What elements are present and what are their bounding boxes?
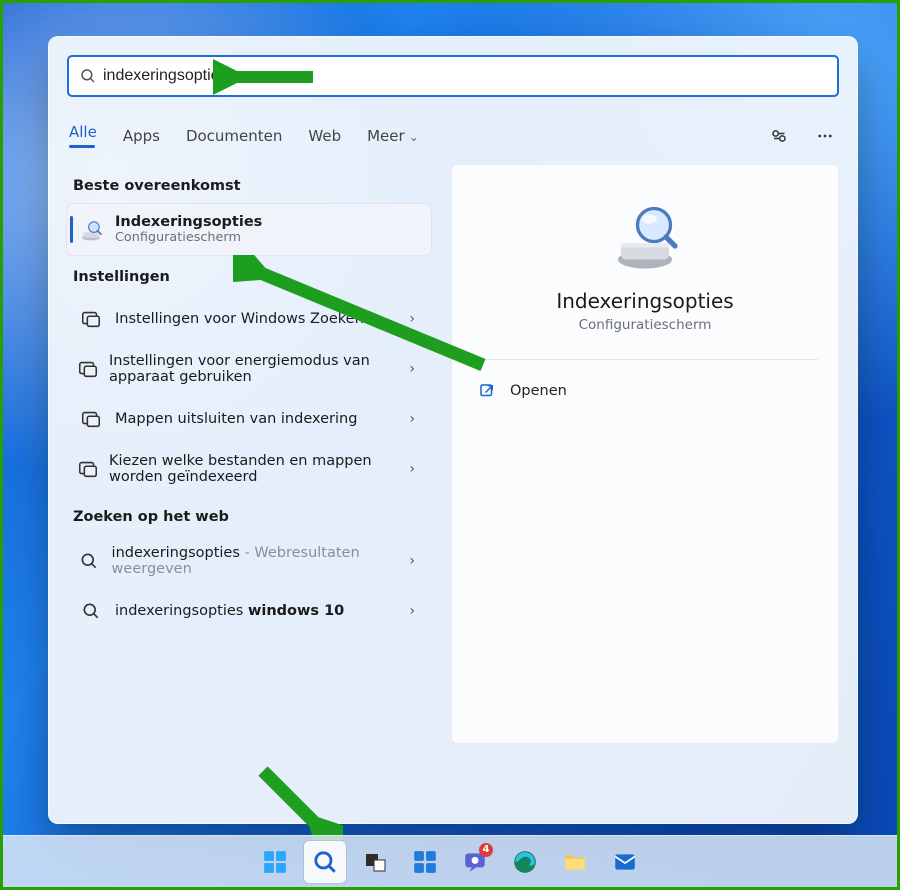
chevron-right-icon[interactable]: ›: [403, 603, 421, 619]
tab-apps[interactable]: Apps: [123, 121, 160, 151]
search-filter-tabs: Alle Apps Documenten Web Meer⌄: [69, 117, 839, 154]
file-explorer-button[interactable]: [554, 841, 596, 883]
result-web-1[interactable]: indexeringsopties windows 10 ›: [67, 587, 431, 635]
settings-icon: [77, 355, 99, 383]
result-title: Mappen uitsluiten van indexering: [115, 411, 357, 427]
result-title: Instellingen voor energiemodus van appar…: [109, 353, 403, 385]
search-icon: [79, 67, 97, 85]
result-settings-1[interactable]: Instellingen voor energiemodus van appar…: [67, 343, 431, 395]
search-box[interactable]: [67, 55, 839, 97]
chevron-right-icon[interactable]: ›: [403, 311, 421, 327]
search-icon: [77, 597, 105, 625]
start-button[interactable]: [254, 841, 296, 883]
indexing-options-icon: [77, 216, 105, 244]
result-title: Instellingen voor Windows Zoeken: [115, 311, 364, 327]
result-web-0[interactable]: indexeringsopties - Webresultaten weerge…: [67, 535, 431, 587]
tab-documents[interactable]: Documenten: [186, 121, 282, 151]
action-open[interactable]: Openen: [472, 372, 818, 410]
mail-button[interactable]: [604, 841, 646, 883]
divider: [472, 359, 818, 360]
result-title: indexeringsopties - Webresultaten weerge…: [112, 545, 404, 577]
section-web: Zoeken op het web: [73, 509, 431, 525]
search-icon: [77, 547, 102, 575]
tab-more[interactable]: Meer⌄: [367, 121, 419, 151]
widgets-button[interactable]: [404, 841, 446, 883]
result-title: Kiezen welke bestanden en mappen worden …: [109, 453, 403, 485]
chevron-down-icon: ⌄: [409, 130, 419, 144]
action-label: Openen: [510, 383, 567, 399]
settings-icon: [77, 405, 105, 433]
chevron-right-icon[interactable]: ›: [403, 411, 421, 427]
chat-button[interactable]: 4: [454, 841, 496, 883]
results-column: Beste overeenkomst Indexeringsopties Con…: [67, 164, 431, 744]
settings-icon: [77, 455, 99, 483]
details-subtitle: Configuratiescherm: [472, 317, 818, 333]
details-pane: Indexeringsopties Configuratiescherm Ope…: [451, 164, 839, 744]
result-title: Indexeringsopties: [115, 214, 262, 230]
section-best-match: Beste overeenkomst: [73, 178, 431, 194]
tab-web[interactable]: Web: [308, 121, 341, 151]
result-best-match[interactable]: Indexeringsopties Configuratiescherm: [67, 204, 431, 255]
result-title: indexeringsopties windows 10: [115, 603, 344, 619]
more-options-button[interactable]: [811, 122, 839, 150]
result-settings-0[interactable]: Instellingen voor Windows Zoeken ›: [67, 295, 431, 343]
edge-button[interactable]: [504, 841, 546, 883]
chat-badge: 4: [479, 843, 493, 857]
task-view-button[interactable]: [354, 841, 396, 883]
result-settings-3[interactable]: Kiezen welke bestanden en mappen worden …: [67, 443, 431, 495]
search-button[interactable]: [304, 841, 346, 883]
open-icon: [476, 380, 498, 402]
result-subtitle: Configuratiescherm: [115, 230, 262, 245]
section-settings: Instellingen: [73, 269, 431, 285]
chevron-right-icon[interactable]: ›: [403, 461, 421, 477]
details-title: Indexeringsopties: [472, 289, 818, 313]
search-across-button[interactable]: [765, 122, 793, 150]
search-input[interactable]: [103, 67, 827, 85]
chevron-right-icon[interactable]: ›: [403, 553, 421, 569]
search-flyout: Alle Apps Documenten Web Meer⌄ Beste ove…: [48, 36, 858, 824]
settings-icon: [77, 305, 105, 333]
taskbar: 4: [3, 835, 897, 887]
chevron-right-icon[interactable]: ›: [403, 361, 421, 377]
tab-all[interactable]: Alle: [69, 117, 97, 154]
result-settings-2[interactable]: Mappen uitsluiten van indexering ›: [67, 395, 431, 443]
indexing-options-icon: [609, 201, 681, 273]
